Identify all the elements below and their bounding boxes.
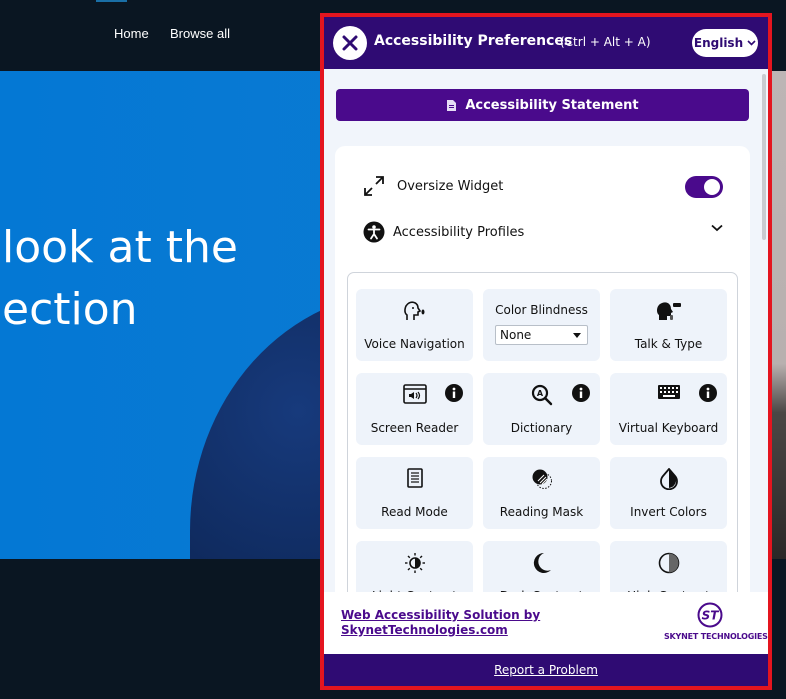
tile-label: Voice Navigation [364, 337, 465, 351]
expand-arrows-icon [364, 176, 384, 196]
brand-link-line-1: Web Accessibility Solution by [341, 608, 541, 622]
tile-talk-type[interactable]: Talk & Type [610, 289, 727, 361]
widget-title: Accessibility Preferences [374, 33, 573, 49]
chevron-down-icon [747, 40, 756, 46]
close-icon [342, 35, 358, 51]
oversize-widget-toggle[interactable] [685, 176, 723, 198]
oversize-widget-row: Oversize Widget [363, 174, 723, 198]
dropdown-triangle-icon [573, 333, 581, 338]
page: Home Browse all look at the ection Acces… [0, 0, 786, 699]
accessibility-person-icon [363, 221, 385, 243]
hero-heading-line-2: ection [2, 284, 138, 335]
report-problem-link[interactable]: Report a Problem [494, 663, 598, 677]
language-dropdown[interactable]: English [692, 29, 758, 57]
tile-voice-navigation[interactable]: Voice Navigation [356, 289, 473, 361]
accessibility-profiles-label: Accessibility Profiles [393, 224, 525, 240]
tile-dictionary[interactable]: A Dictionary [483, 373, 600, 445]
widget-footer: Web Accessibility Solution by SkynetTech… [324, 592, 768, 654]
widget-shortcut-hint: (Ctrl + Alt + A) [560, 35, 651, 49]
tile-color-blindness: Color Blindness None [483, 289, 600, 361]
hero-background-edge [770, 71, 786, 559]
nav-home-link[interactable]: Home [114, 26, 149, 41]
dark-contrast-icon [533, 552, 551, 573]
color-blindness-label: Color Blindness [495, 303, 588, 317]
nav-browse-all-link[interactable]: Browse all [170, 26, 230, 41]
tile-invert-colors[interactable]: Invert Colors [610, 457, 727, 529]
tile-label: Dictionary [510, 421, 573, 435]
skynet-logo-text: SKYNET TECHNOLOGIES [664, 632, 768, 641]
read-mode-icon [406, 468, 423, 488]
tile-screen-reader[interactable]: Screen Reader [356, 373, 473, 445]
color-blindness-value: None [500, 328, 532, 342]
tile-read-mode[interactable]: Read Mode [356, 457, 473, 529]
language-label: English [693, 36, 744, 50]
nav-active-indicator [96, 0, 127, 2]
color-blindness-select[interactable]: None [495, 325, 588, 345]
info-icon[interactable] [699, 384, 717, 402]
oversize-widget-label: Oversize Widget [397, 178, 504, 194]
skynet-brand-link[interactable]: Web Accessibility Solution by SkynetTech… [341, 608, 540, 638]
info-icon[interactable] [445, 384, 463, 402]
talk-type-icon [656, 302, 681, 320]
widget-scrollbar[interactable] [762, 74, 766, 240]
svg-text:A: A [536, 389, 543, 398]
accessibility-profiles-row[interactable]: Accessibility Profiles [363, 220, 723, 244]
tile-label: Talk & Type [634, 337, 703, 351]
invert-colors-icon [659, 468, 678, 490]
close-widget-button[interactable] [333, 26, 367, 60]
tile-virtual-keyboard[interactable]: Virtual Keyboard [610, 373, 727, 445]
dictionary-icon: A [531, 384, 552, 406]
tile-label: Screen Reader [370, 421, 459, 435]
accessibility-statement-label: Accessibility Statement [465, 97, 639, 113]
hero-heading: look at the ection [2, 217, 238, 341]
tile-reading-mask[interactable]: Reading Mask [483, 457, 600, 529]
tile-label: Read Mode [381, 505, 448, 519]
toggle-knob [704, 179, 720, 195]
tile-label: Reading Mask [499, 505, 584, 519]
brand-link-line-2: SkynetTechnologies.com [341, 623, 508, 637]
keyboard-icon [657, 385, 680, 399]
svg-text:ST: ST [702, 609, 720, 623]
report-bar: Report a Problem [324, 654, 768, 686]
widget-header: Accessibility Preferences (Ctrl + Alt + … [324, 17, 768, 69]
skynet-logo: ST SKYNET TECHNOLOGIES [664, 602, 768, 641]
feature-grid: Voice Navigation Color Blindness None Ta… [347, 272, 738, 632]
light-contrast-icon [404, 553, 425, 573]
reading-mask-icon [532, 469, 552, 489]
info-icon[interactable] [572, 384, 590, 402]
accessibility-statement-button[interactable]: Accessibility Statement [336, 89, 749, 121]
high-contrast-icon [658, 552, 679, 574]
voice-navigation-icon [403, 301, 424, 320]
tile-label: Virtual Keyboard [618, 421, 719, 435]
accessibility-widget: Accessibility Preferences (Ctrl + Alt + … [320, 13, 772, 690]
chevron-down-icon [711, 224, 723, 232]
screen-reader-icon [402, 384, 427, 404]
hero-heading-line-1: look at the [2, 222, 238, 273]
tile-label: Invert Colors [630, 505, 707, 519]
widget-settings-card: Oversize Widget Accessibility Profiles V… [335, 146, 750, 632]
document-icon [447, 99, 457, 111]
skynet-logo-icon: ST [697, 602, 723, 628]
